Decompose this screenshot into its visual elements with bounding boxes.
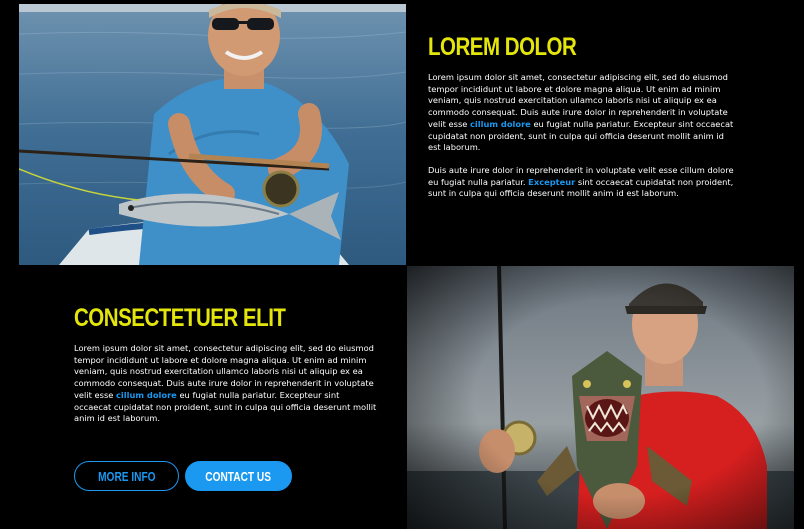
fisherman-pike-image <box>407 266 794 529</box>
fisherman-pike-photo <box>407 266 794 529</box>
more-info-label: MORE INFO <box>97 469 156 484</box>
section1-paragraph-1: Lorem ipsum dolor sit amet, consectetur … <box>428 72 736 154</box>
more-info-button[interactable]: MORE INFO <box>74 461 179 491</box>
section1-p1-highlight: cillum dolore <box>470 118 531 129</box>
section-consectetuer-elit: CONSECTETUER ELIT Lorem ipsum dolor sit … <box>74 303 379 436</box>
section2-paragraph-1: Lorem ipsum dolor sit amet, consectetur … <box>74 343 379 425</box>
page: LOREM DOLOR Lorem ipsum dolor sit amet, … <box>0 0 804 529</box>
section-lorem-dolor: LOREM DOLOR Lorem ipsum dolor sit amet, … <box>428 32 736 211</box>
fisherman-boat-photo <box>19 4 406 265</box>
fisherman-boat-image <box>19 4 406 265</box>
section2-heading: CONSECTETUER ELIT <box>74 304 286 332</box>
section1-p2-highlight: Excepteur <box>528 176 576 187</box>
contact-us-label: CONTACT US <box>205 469 272 484</box>
section1-paragraph-2: Duis aute irure dolor in reprehenderit i… <box>428 165 736 200</box>
section1-heading: LOREM DOLOR <box>428 33 577 61</box>
section2-p1-highlight: cillum dolore <box>116 389 177 400</box>
contact-us-button[interactable]: CONTACT US <box>185 461 292 491</box>
